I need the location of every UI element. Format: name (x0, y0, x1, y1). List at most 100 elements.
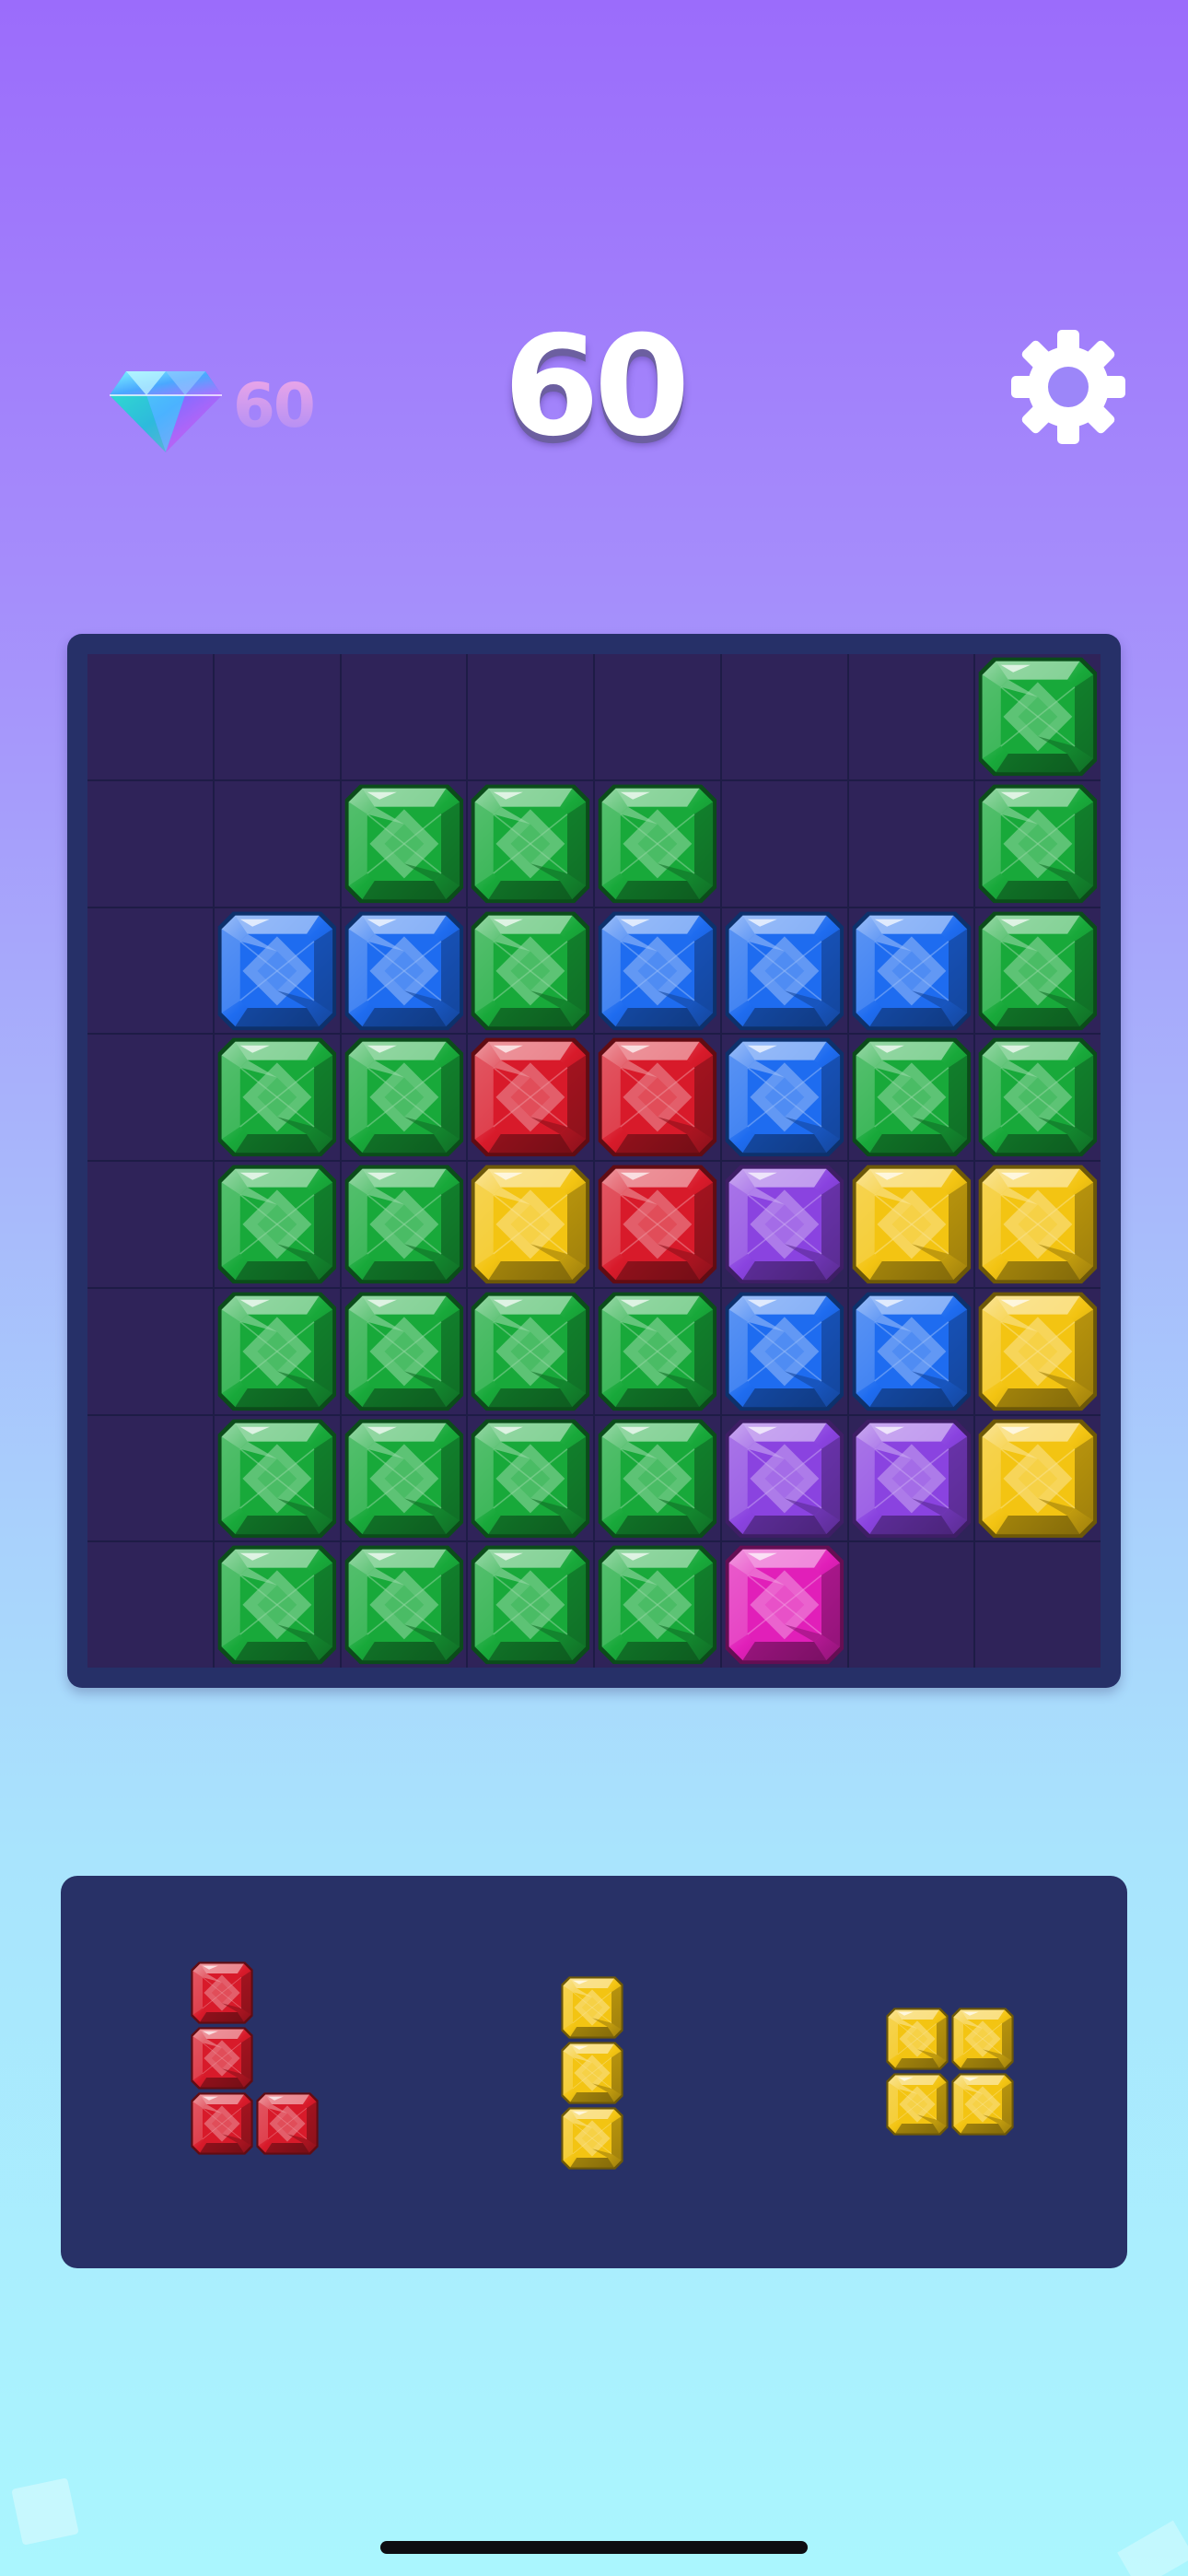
green-gem (596, 1417, 719, 1540)
board-cell[interactable] (341, 1162, 467, 1287)
board-cell[interactable] (975, 1035, 1101, 1160)
board-cell[interactable] (341, 780, 467, 907)
board-cell[interactable] (214, 780, 340, 907)
board-cell[interactable] (214, 1415, 340, 1541)
gear-icon (1011, 330, 1125, 444)
red-gem (190, 1961, 254, 2025)
red-gem (190, 2026, 254, 2090)
game-board (67, 634, 1121, 1688)
board-cell[interactable] (214, 1288, 340, 1414)
board-cell[interactable] (341, 1542, 467, 1668)
board-cell[interactable] (975, 1415, 1101, 1541)
board-cell[interactable] (721, 907, 847, 1034)
board-cell[interactable] (721, 1288, 847, 1414)
green-gem (215, 1036, 339, 1159)
board-cell[interactable] (468, 1415, 593, 1541)
board-cell[interactable] (87, 780, 213, 907)
board-cell[interactable] (975, 907, 1101, 1034)
board-cell[interactable] (87, 1415, 213, 1541)
board-cell[interactable] (468, 780, 593, 907)
board-cell[interactable] (87, 1288, 213, 1414)
board-cell[interactable] (975, 654, 1101, 779)
yellow-gem (976, 1290, 1100, 1413)
board-cell[interactable] (595, 780, 720, 907)
green-gem (343, 1036, 466, 1159)
board-cell[interactable] (595, 907, 720, 1034)
board-cell[interactable] (975, 1542, 1101, 1668)
board-cell[interactable] (595, 1162, 720, 1287)
piece-block (560, 2041, 624, 2105)
board-cell[interactable] (848, 1162, 974, 1287)
board-cell[interactable] (595, 1288, 720, 1414)
green-gem (469, 1417, 592, 1540)
board-cell[interactable] (87, 1542, 213, 1668)
yellow-gem (560, 2106, 624, 2171)
board-cell[interactable] (468, 1162, 593, 1287)
board-cell[interactable] (721, 780, 847, 907)
board-cell[interactable] (721, 1162, 847, 1287)
board-cell[interactable] (848, 1035, 974, 1160)
board-cell[interactable] (468, 654, 593, 779)
green-gem (850, 1036, 973, 1159)
blue-gem (723, 1036, 846, 1159)
piece-block (885, 2072, 949, 2137)
yellow-gem (850, 1163, 973, 1286)
l-piece[interactable] (190, 1961, 320, 2156)
board-cell[interactable] (341, 1288, 467, 1414)
board-cell[interactable] (848, 1288, 974, 1414)
board-cell[interactable] (214, 1035, 340, 1160)
board-cell[interactable] (595, 1035, 720, 1160)
board-cell[interactable] (341, 654, 467, 779)
board-cell[interactable] (87, 1035, 213, 1160)
home-indicator[interactable] (380, 2541, 808, 2554)
board-cell[interactable] (468, 1542, 593, 1668)
board-cell[interactable] (341, 1035, 467, 1160)
green-gem (215, 1417, 339, 1540)
board-cell[interactable] (214, 907, 340, 1034)
board-cell[interactable] (975, 1288, 1101, 1414)
board-cell[interactable] (721, 1035, 847, 1160)
green-gem (215, 1163, 339, 1286)
piece-block (560, 2106, 624, 2171)
board-cell[interactable] (87, 907, 213, 1034)
pink-gem (723, 1543, 846, 1667)
board-cell[interactable] (721, 1415, 847, 1541)
green-gem (215, 1543, 339, 1667)
green-gem (596, 1290, 719, 1413)
board-cell[interactable] (87, 654, 213, 779)
green-gem (976, 909, 1100, 1033)
piece-block (950, 2007, 1015, 2071)
square-piece[interactable] (885, 2007, 1015, 2137)
board-cell[interactable] (975, 1162, 1101, 1287)
board-cell[interactable] (468, 907, 593, 1034)
board-cell[interactable] (341, 907, 467, 1034)
red-gem (469, 1036, 592, 1159)
board-cell[interactable] (721, 1542, 847, 1668)
yellow-gem (976, 1163, 1100, 1286)
board-cell[interactable] (468, 1288, 593, 1414)
board-cell[interactable] (595, 1542, 720, 1668)
board-cell[interactable] (468, 1035, 593, 1160)
green-gem (469, 1543, 592, 1667)
green-gem (215, 1290, 339, 1413)
board-cell[interactable] (214, 654, 340, 779)
board-cell[interactable] (595, 654, 720, 779)
yellow-gem (560, 2041, 624, 2105)
board-cell[interactable] (848, 907, 974, 1034)
board-cell[interactable] (341, 1415, 467, 1541)
board-cell[interactable] (721, 654, 847, 779)
yellow-gem (885, 2007, 949, 2071)
board-cell[interactable] (975, 780, 1101, 907)
board-cell[interactable] (595, 1415, 720, 1541)
board-cell[interactable] (214, 1162, 340, 1287)
board-cell[interactable] (848, 780, 974, 907)
bar-piece[interactable] (560, 1975, 624, 2171)
yellow-gem (469, 1163, 592, 1286)
board-cell[interactable] (848, 1542, 974, 1668)
board-cell[interactable] (848, 1415, 974, 1541)
board-cell[interactable] (87, 1162, 213, 1287)
settings-button[interactable] (1008, 327, 1128, 447)
board-cell[interactable] (214, 1542, 340, 1668)
red-gem (596, 1036, 719, 1159)
board-cell[interactable] (848, 654, 974, 779)
